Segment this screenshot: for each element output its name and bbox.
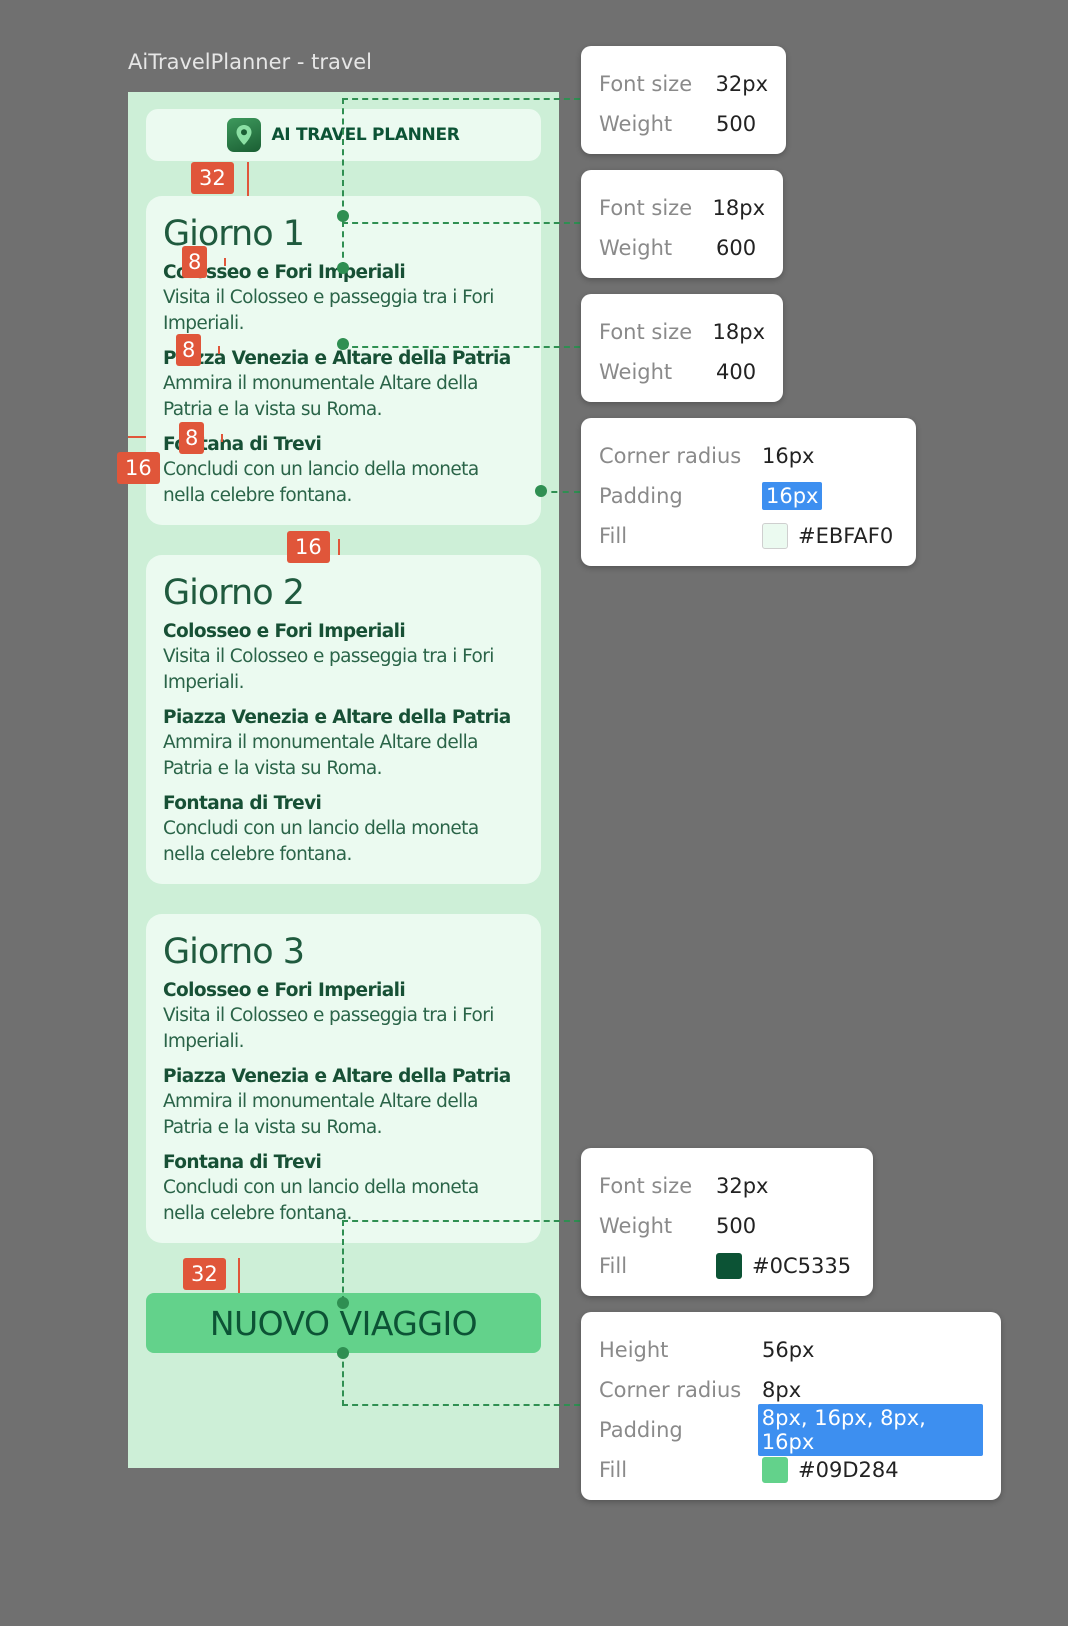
- spec-key: Fill: [599, 524, 628, 548]
- spec-value: 500: [716, 112, 757, 136]
- spec-key: Weight: [599, 236, 673, 260]
- spec-value: 18px: [712, 196, 765, 220]
- spec-value: #09D284: [798, 1458, 899, 1482]
- spacing-badge: 32: [191, 162, 234, 194]
- spec-value: 8px: [762, 1378, 802, 1402]
- spec-value: 32px: [715, 72, 768, 96]
- spec-key: Font size: [599, 320, 693, 344]
- activity-name: Piazza Venezia e Altare della Patria: [163, 1066, 511, 1087]
- spacing-tick: [338, 539, 340, 555]
- spacing-tick: [128, 436, 146, 438]
- spec-key: Font size: [599, 196, 693, 220]
- guide-anchor-dot: [337, 262, 349, 274]
- spec-panel-card: Corner radius 16px Padding 16px Fill #EBFAF…: [581, 418, 916, 566]
- guide-line: [342, 222, 580, 224]
- spec-key: Weight: [599, 112, 673, 136]
- spec-value: 16px: [762, 444, 815, 468]
- spec-panel-activity-name: Font size 18px Weight 600: [581, 170, 783, 278]
- spec-key: Fill: [599, 1458, 628, 1482]
- spec-value: 600: [716, 236, 757, 260]
- guide-line: [342, 1220, 344, 1302]
- spec-panel-activity-desc: Font size 18px Weight 400: [581, 294, 783, 402]
- activity-description: Visita il Colosseo e passeggia tra i For…: [163, 287, 494, 334]
- day-card-3: Giorno 3 Colosseo e Fori Imperiali Visit…: [146, 914, 541, 1243]
- spec-key: Padding: [599, 1418, 683, 1442]
- guide-line: [342, 98, 344, 268]
- guide-line: [342, 98, 580, 100]
- color-swatch: [716, 1253, 742, 1279]
- guide-anchor-dot: [337, 210, 349, 222]
- spec-panel-button-text: Font size 32px Weight 500 Fill #0C5335: [581, 1148, 873, 1296]
- activity-description: Ammira il monumentale Altare della Patri…: [163, 732, 479, 779]
- app-title: AI TRAVEL PLANNER: [271, 125, 460, 145]
- spacing-tick: [221, 434, 223, 442]
- guide-line: [342, 1220, 580, 1222]
- activity-description: Concludi con un lancio della moneta nell…: [163, 459, 479, 506]
- activity-name: Colosseo e Fori Imperiali: [163, 980, 406, 1001]
- spec-key: Weight: [599, 360, 673, 384]
- activity-item: Colosseo e Fori Imperiali Visita il Colo…: [163, 619, 525, 696]
- activity-item: Piazza Venezia e Altare della Patria Amm…: [163, 705, 525, 782]
- spec-key: Font size: [599, 1174, 693, 1198]
- activity-name: Piazza Venezia e Altare della Patria: [163, 707, 511, 728]
- spacing-tick: [247, 162, 249, 196]
- spec-key: Height: [599, 1338, 669, 1362]
- spacing-badge: 8: [182, 246, 208, 278]
- activity-name: Fontana di Trevi: [163, 793, 322, 814]
- spacing-badge: 16: [117, 452, 160, 484]
- spec-key: Corner radius: [599, 444, 742, 468]
- spec-value: #0C5335: [752, 1254, 852, 1278]
- guide-anchor-dot: [337, 338, 349, 350]
- activity-item: Piazza Venezia e Altare della Patria Amm…: [163, 1064, 525, 1141]
- map-pin-icon: [227, 118, 262, 152]
- activity-description: Concludi con un lancio della moneta nell…: [163, 818, 479, 865]
- spec-value: 32px: [716, 1174, 769, 1198]
- activity-name: Colosseo e Fori Imperiali: [163, 621, 406, 642]
- color-swatch: [762, 523, 788, 549]
- activity-item: Fontana di Trevi Concludi con un lancio …: [163, 1150, 525, 1227]
- spec-key: Font size: [599, 72, 693, 96]
- spec-value: 500: [716, 1214, 757, 1238]
- guide-anchor-dot: [337, 1297, 349, 1309]
- spec-value: 16px: [762, 482, 823, 510]
- spacing-badge: 32: [183, 1258, 226, 1290]
- activity-description: Ammira il monumentale Altare della Patri…: [163, 1091, 479, 1138]
- spec-panel-button-box: Height 56px Corner radius 8px Padding 8px, …: [581, 1312, 1001, 1500]
- spec-value: 8px, 16px, 8px, 16px: [757, 1404, 983, 1456]
- spacing-badge: 8: [176, 334, 202, 366]
- spec-panel-day-title: Font size 32px Weight 500: [581, 46, 786, 154]
- spec-key: Fill: [599, 1254, 628, 1278]
- day-card-2: Giorno 2 Colosseo e Fori Imperiali Visit…: [146, 555, 541, 884]
- day-title: Giorno 3: [163, 932, 305, 972]
- guide-line: [342, 1352, 344, 1406]
- day-title: Giorno 2: [163, 573, 305, 613]
- spec-key: Weight: [599, 1214, 673, 1238]
- guide-line: [342, 346, 580, 348]
- guide-anchor-dot: [535, 485, 547, 497]
- activity-item: Colosseo e Fori Imperiali Visita il Colo…: [163, 978, 525, 1055]
- activity-description: Ammira il monumentale Altare della Patri…: [163, 373, 479, 420]
- spacing-tick: [238, 1258, 240, 1293]
- spacing-badge: 16: [287, 531, 330, 563]
- spec-value: 18px: [712, 320, 765, 344]
- frame-title: AiTravelPlanner - travel: [128, 50, 373, 74]
- guide-anchor-dot: [337, 1347, 349, 1359]
- spacing-tick: [224, 258, 226, 266]
- activity-item: Fontana di Trevi Concludi con un lancio …: [163, 791, 525, 868]
- spec-key: Padding: [599, 484, 683, 508]
- spec-value: 400: [716, 360, 757, 384]
- activity-item: Fontana di Trevi Concludi con un lancio …: [163, 432, 525, 509]
- spec-value: #EBFAF0: [798, 524, 894, 548]
- spec-key: Corner radius: [599, 1378, 742, 1402]
- spacing-badge: 8: [179, 422, 205, 454]
- activity-name: Fontana di Trevi: [163, 434, 322, 455]
- activity-description: Visita il Colosseo e passeggia tra i For…: [163, 646, 494, 693]
- activity-description: Visita il Colosseo e passeggia tra i For…: [163, 1005, 494, 1052]
- spacing-tick: [218, 346, 220, 354]
- spec-value: 56px: [762, 1338, 815, 1362]
- guide-line: [342, 1404, 580, 1406]
- color-swatch: [762, 1457, 788, 1483]
- activity-name: Fontana di Trevi: [163, 1152, 322, 1173]
- activity-item: Piazza Venezia e Altare della Patria Amm…: [163, 346, 525, 423]
